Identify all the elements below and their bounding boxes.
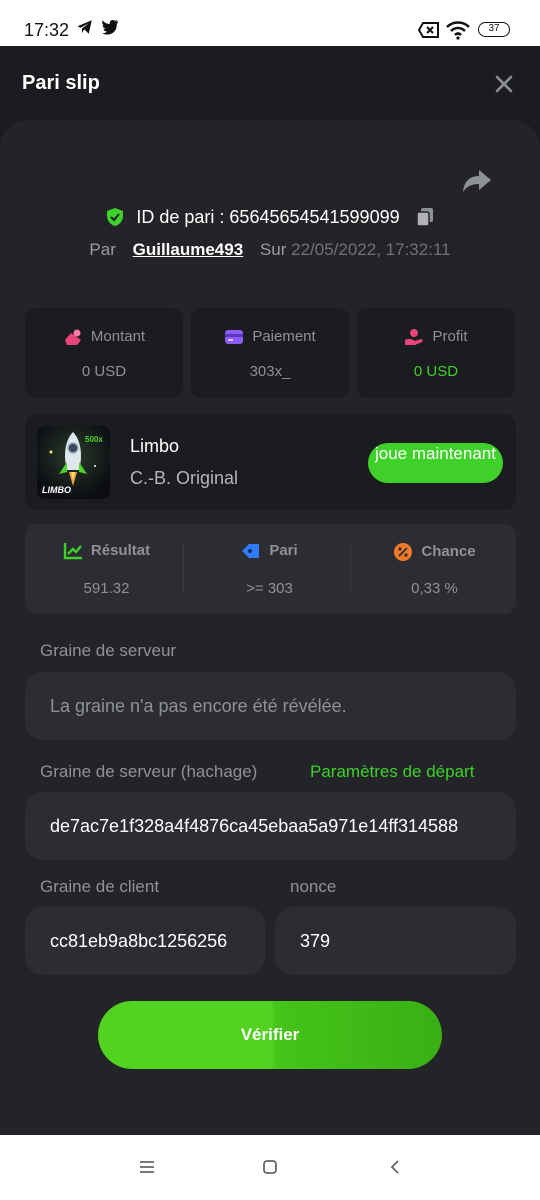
bet-value: >= 303 — [246, 580, 293, 597]
result-value: 591.32 — [83, 580, 130, 597]
percent-icon — [394, 543, 413, 561]
status-bar: 17:32 37 — [0, 0, 540, 46]
username-link[interactable]: Guillaume493 — [133, 240, 244, 259]
play-now-button[interactable]: joue maintenant — [368, 443, 503, 483]
server-hash-field[interactable]: de7ac7e1f328a4f4876ca45ebaa5a971e14ff314… — [25, 792, 516, 860]
shield-check-icon — [107, 208, 124, 227]
stat-profit-value: 0 USD — [413, 363, 459, 380]
server-seed-label: Graine de serveur — [40, 641, 177, 660]
bet-col: Pari >= 303 — [188, 524, 351, 614]
stat-payout-value: 303x_ — [249, 363, 291, 380]
nonce-label: nonce — [290, 877, 337, 896]
bet-id-row: ID de pari : 65645654541599099 — [0, 206, 540, 234]
on-label: Sur — [259, 240, 287, 259]
wifi-icon — [446, 21, 470, 40]
divider — [350, 544, 351, 594]
by-label: Par — [89, 240, 116, 259]
client-seed-field[interactable]: cc81eb9a8bc1256256 — [25, 907, 265, 975]
slip-header: Pari slip — [0, 46, 540, 120]
profit-hand-icon — [405, 329, 424, 346]
status-time: 17:32 — [24, 20, 70, 40]
stat-amount-value: 0 USD — [81, 363, 127, 380]
stat-amount: Montant 0 USD — [25, 308, 183, 398]
sim-off-icon — [418, 22, 439, 38]
bet-date: 22/05/2022, 17:32:11 — [291, 240, 451, 259]
menu-icon[interactable] — [138, 1159, 156, 1175]
game-name: Limbo — [130, 436, 180, 456]
stat-profit-label: Profit — [432, 328, 468, 345]
home-icon[interactable] — [262, 1159, 278, 1175]
nonce-field[interactable]: 379 — [275, 907, 516, 975]
thumb-logo: LIMBO — [42, 485, 71, 495]
stat-amount-label: Montant — [90, 328, 146, 345]
back-icon[interactable] — [388, 1159, 402, 1175]
divider — [183, 544, 184, 594]
server-hash-label: Graine de serveur (hachage) — [40, 762, 258, 781]
game-provider: C.-B. Original — [130, 468, 239, 488]
card-icon — [225, 330, 244, 345]
result-label: Résultat — [90, 542, 151, 559]
chance-value: 0,33 % — [411, 580, 458, 597]
stat-profit: Profit 0 USD — [357, 308, 515, 398]
bet-owner-row: Par Guillaume493 Sur 22/05/2022, 17:32:1… — [0, 240, 540, 260]
start-params-link[interactable]: Paramètres de départ — [310, 762, 474, 782]
game-thumbnail[interactable]: 500x LIMBO — [37, 426, 110, 499]
bet-tag-icon — [242, 544, 260, 559]
result-col: Résultat 591.32 — [25, 524, 188, 614]
share-icon[interactable] — [462, 168, 492, 194]
bet-id: ID de pari : 65645654541599099 — [136, 206, 400, 227]
system-nav-bar — [0, 1135, 540, 1200]
battery-icon: 37 — [478, 22, 510, 37]
game-card: 500x LIMBO Limbo C.-B. Original joue mai… — [25, 414, 516, 510]
server-seed-field[interactable]: La graine n'a pas encore été révélée. — [25, 672, 516, 740]
chance-col: Chance 0,33 % — [353, 524, 516, 614]
client-seed-label: Graine de client — [40, 877, 160, 896]
copy-icon[interactable] — [415, 207, 435, 227]
stat-payout: Paiement 303x_ — [191, 308, 349, 398]
close-icon[interactable] — [492, 72, 516, 96]
bet-details-panel — [0, 120, 540, 1135]
money-icon — [64, 329, 81, 346]
twitter-icon — [101, 19, 119, 35]
chance-label: Chance — [421, 542, 476, 560]
result-summary: Résultat 591.32 Pari >= 303 Chance 0,33 … — [25, 524, 516, 614]
verify-button[interactable]: Vérifier — [98, 1001, 442, 1069]
telegram-icon — [77, 20, 92, 34]
page-title: Pari slip — [22, 72, 100, 94]
stat-payout-label: Paiement — [252, 328, 316, 345]
thumb-badge: 500x — [85, 435, 103, 444]
result-chart-icon — [63, 543, 82, 560]
bet-label: Pari — [269, 542, 298, 559]
